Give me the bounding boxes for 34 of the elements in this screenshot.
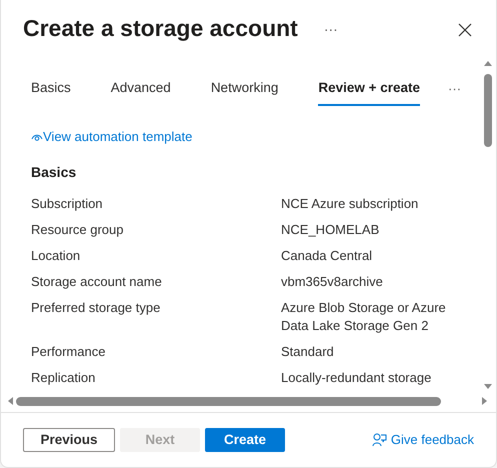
panel-title: Create a storage account (23, 15, 298, 43)
eye-icon (31, 132, 43, 142)
field-label: Storage account name (31, 273, 163, 292)
tab[interactable]: Basics (31, 78, 71, 106)
field-value: Locally-redundant storage (281, 369, 432, 388)
footer-button[interactable]: Create (205, 428, 285, 452)
scroll-left-icon[interactable] (7, 396, 13, 406)
field-label: Performance (31, 343, 106, 362)
scroll-up-icon[interactable] (483, 60, 493, 66)
more-button[interactable]: ··· (320, 18, 342, 40)
tab[interactable]: Advanced (110, 78, 171, 106)
field-value: vbm365v8archive (281, 273, 384, 292)
field-value: NCE_HOMELAB (281, 221, 380, 240)
feedback-link[interactable]: Give feedback (372, 430, 474, 450)
field-label: Resource group (31, 221, 124, 240)
view-template-link[interactable]: View automation template (31, 127, 192, 147)
field-value: Azure Blob Storage or Azure Data Lake Storage Gen 2 (281, 299, 447, 336)
scrollbar-thumb[interactable] (484, 74, 492, 147)
tab[interactable]: Networking (210, 78, 278, 106)
field-label: Location (31, 247, 82, 266)
section-heading: Basics (31, 164, 78, 180)
field-label: Preferred storage type (31, 299, 162, 318)
field-value: NCE Azure subscription (281, 195, 420, 214)
scroll-down-icon[interactable] (483, 384, 493, 390)
field-value: Canada Central (281, 247, 374, 266)
more-tabs-button[interactable]: ··· (448, 78, 462, 106)
field-value: Standard (281, 343, 335, 362)
tab[interactable]: Review + create (318, 78, 420, 106)
field-label: Replication (31, 369, 96, 388)
field-label: Subscription (31, 195, 104, 214)
scrollbar-thumb[interactable] (16, 396, 441, 406)
feedback-icon (372, 433, 387, 447)
footer-button[interactable]: Previous (23, 428, 115, 452)
scroll-right-icon[interactable] (482, 396, 488, 406)
